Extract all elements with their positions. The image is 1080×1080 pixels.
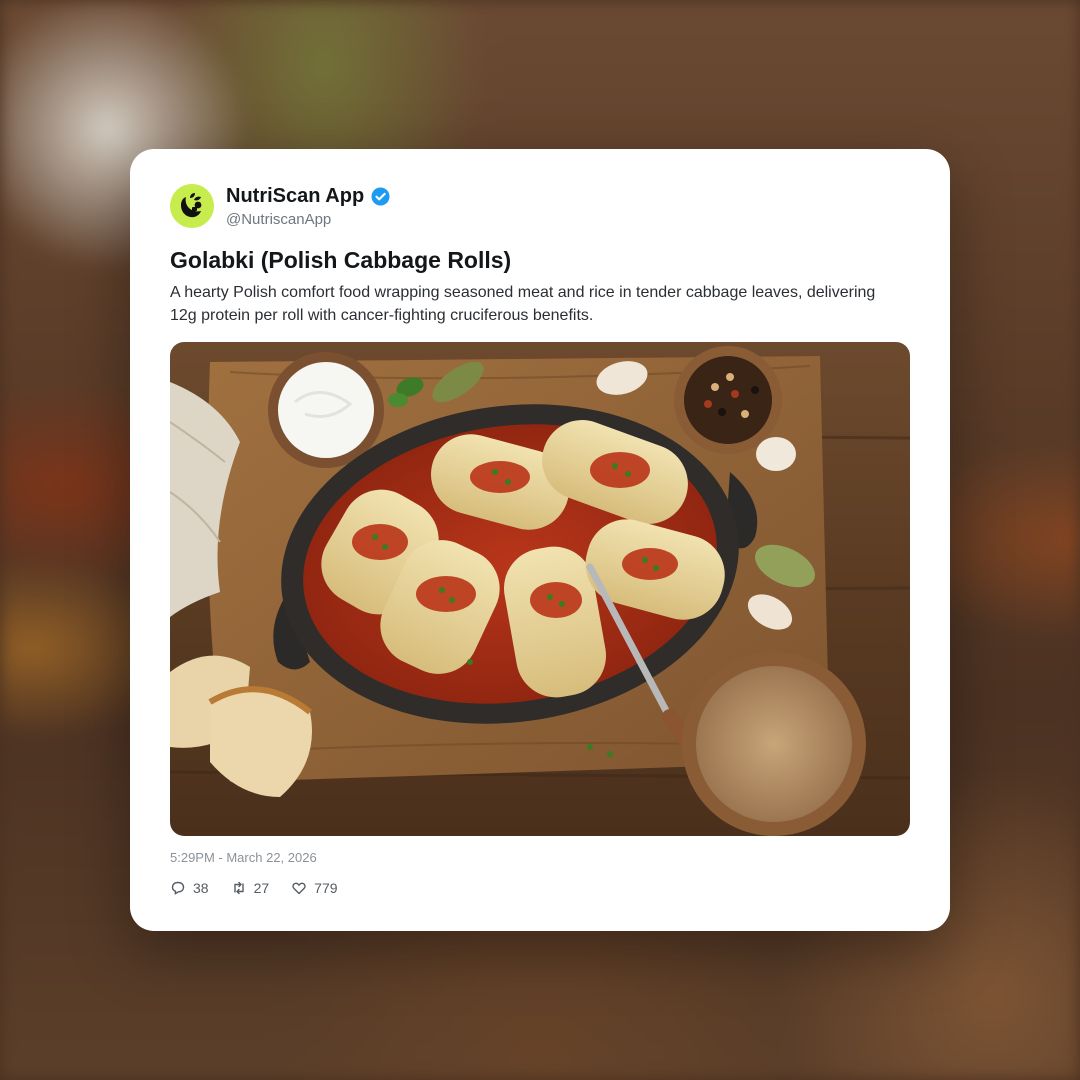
- leaf-logo-icon: [181, 193, 202, 218]
- like-button[interactable]: 779: [291, 880, 338, 896]
- post-description: A hearty Polish comfort food wrapping se…: [170, 284, 876, 324]
- post-card: NutriScan App @NutriscanApp Golabki (Pol…: [130, 149, 950, 931]
- reply-count: 38: [193, 880, 209, 896]
- repost-count: 27: [253, 880, 270, 896]
- account-handle[interactable]: @NutriscanApp: [226, 211, 331, 228]
- post-image[interactable]: [170, 342, 910, 836]
- avatar[interactable]: [170, 184, 214, 228]
- reply-button[interactable]: 38: [170, 880, 209, 896]
- repost-button[interactable]: 27: [231, 880, 270, 896]
- account-display-name[interactable]: NutriScan App: [226, 185, 364, 208]
- post-actions: 38 27 779: [170, 880, 338, 896]
- account-name-row: NutriScan App: [226, 185, 390, 208]
- like-count: 779: [314, 880, 338, 896]
- comment-icon: [171, 881, 185, 895]
- verified-badge-icon: [371, 187, 390, 206]
- heart-icon: [292, 882, 306, 895]
- post-title: Golabki (Polish Cabbage Rolls): [170, 247, 512, 273]
- repost-icon: [233, 881, 244, 895]
- cabbage-rolls-photo: [170, 342, 910, 836]
- post-timestamp: 5:29PM - March 22, 2026: [170, 850, 317, 865]
